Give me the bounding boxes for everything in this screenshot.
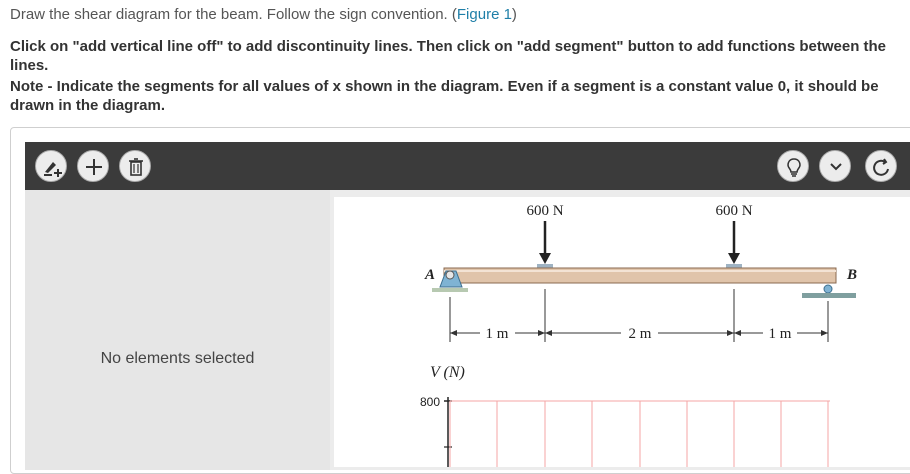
- v-axis-label: V (N): [430, 364, 465, 381]
- add-vertical-line-icon: [44, 162, 62, 177]
- load-arrow-2: [726, 221, 742, 268]
- hint-bulb-icon: [787, 158, 801, 177]
- hint-button[interactable]: [777, 150, 809, 182]
- redo-icon: [873, 158, 889, 176]
- delete-icon: [129, 158, 143, 176]
- redo-button[interactable]: [865, 150, 897, 182]
- support-label-b: B: [846, 267, 857, 283]
- add-vertical-line-button[interactable]: [35, 150, 67, 182]
- beam-figure: 600 N 600 N A B 1 m 2 m 1 m V (N) 800: [334, 197, 910, 467]
- shear-grid: [449, 400, 830, 467]
- dimension-label-2: 2 m: [629, 326, 652, 342]
- toolbar: [25, 142, 910, 190]
- load-arrow-1: [537, 221, 553, 268]
- v-tick-label: 800: [420, 395, 440, 409]
- instruction-text: Click on "add vertical line off" to add …: [10, 38, 887, 74]
- load-label-2: 600 N: [715, 203, 752, 219]
- chevron-down-icon: [830, 163, 842, 171]
- dimension-label-1: 1 m: [486, 326, 509, 342]
- support-label-a: A: [424, 267, 435, 283]
- roller-support-b: [802, 284, 856, 298]
- question-text: Draw the shear diagram for the beam. Fol…: [10, 6, 457, 23]
- question-prompt: Draw the shear diagram for the beam. Fol…: [10, 5, 517, 24]
- dimension-label-3: 1 m: [769, 326, 792, 342]
- load-label-1: 600 N: [526, 203, 563, 219]
- properties-sidebar: No elements selected: [25, 190, 330, 470]
- beam-diagram: 600 N 600 N A B 1 m 2 m 1 m V (N) 800: [420, 203, 857, 467]
- note-text: Note - Indicate the segments for all val…: [10, 78, 879, 114]
- figure-link[interactable]: Figure 1: [457, 6, 512, 23]
- add-segment-icon: [86, 159, 102, 175]
- delete-button[interactable]: [119, 150, 151, 182]
- no-selection-text: No elements selected: [100, 350, 255, 367]
- question-text-end: ): [511, 6, 517, 23]
- dropdown-button[interactable]: [819, 150, 851, 182]
- add-segment-button[interactable]: [77, 150, 109, 182]
